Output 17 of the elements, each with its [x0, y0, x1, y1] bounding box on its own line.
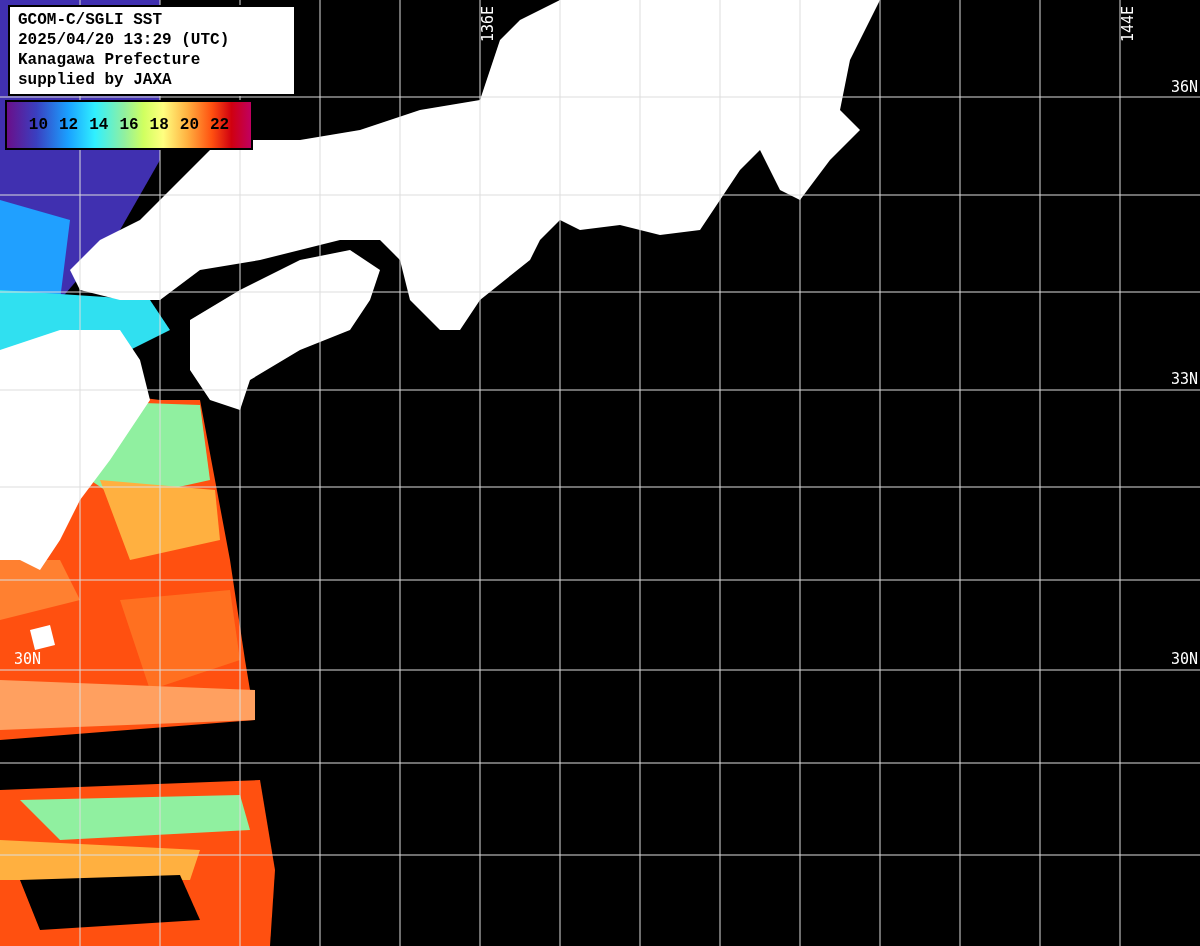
scale-label: 14 [89, 116, 109, 134]
latitude-label: 30N [1170, 650, 1198, 668]
scale-label: 12 [59, 116, 79, 134]
latitude-label: 33N [1170, 370, 1198, 388]
longitude-label: 136E [479, 5, 497, 42]
scale-label: 16 [119, 116, 139, 134]
info-text: GCOM-C/SGLI SST [18, 10, 164, 30]
latitude-label: 36N [1170, 78, 1198, 96]
scale-label: 20 [179, 116, 199, 134]
scale-label: 18 [149, 116, 169, 134]
info-text: Kanagawa Prefecture [18, 50, 202, 70]
info-text: 2025/04/20 13:29 (UTC) [18, 30, 231, 50]
longitude-label: 144E [1119, 5, 1137, 42]
scale-label: 22 [210, 116, 230, 134]
latitude-label: 30N [14, 650, 42, 668]
scale-label: 10 [28, 116, 48, 134]
info-text: supplied by JAXA [18, 70, 173, 90]
